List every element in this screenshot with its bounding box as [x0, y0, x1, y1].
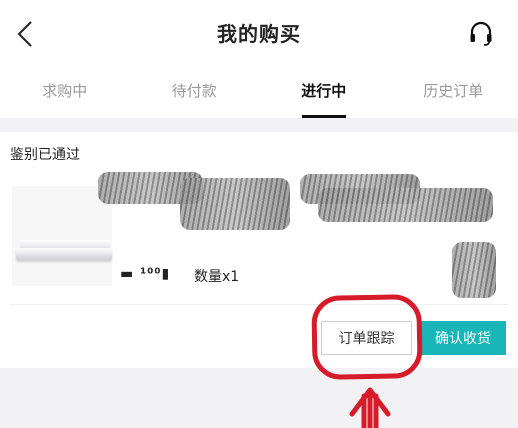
customer-service-button[interactable] — [466, 18, 496, 48]
divider — [10, 304, 508, 305]
product-shape — [16, 248, 112, 260]
tab-in-progress[interactable]: 进行中 — [259, 72, 389, 118]
tab-underline — [301, 115, 346, 118]
tab-label: 求购中 — [42, 82, 88, 100]
tab-history[interactable]: 历史订单 — [389, 72, 518, 118]
tab-label: 进行中 — [301, 82, 347, 100]
annotation-circle — [311, 294, 423, 380]
obscured-price: ▬ ¹⁰⁰▮ — [120, 266, 171, 282]
headset-icon — [470, 21, 492, 46]
tab-pending-payment[interactable]: 待付款 — [130, 72, 260, 118]
tab-label: 历史订单 — [423, 82, 484, 100]
confirm-receipt-button[interactable]: 确认收货 — [420, 321, 506, 355]
order-card[interactable]: 鉴别已通过 ▬ ¹⁰⁰▮ 数量x1 订单跟踪 确认收货 — [0, 132, 518, 368]
header: 我的购买 — [0, 0, 518, 72]
order-status: 鉴别已通过 — [10, 147, 80, 163]
redaction-scribble — [180, 178, 290, 230]
product-image[interactable] — [12, 186, 112, 286]
tab-seeking[interactable]: 求购中 — [0, 72, 130, 118]
order-tabs: 求购中 待付款 进行中 历史订单 — [0, 72, 518, 118]
redaction-scribble — [452, 242, 496, 298]
page-title: 我的购买 — [217, 22, 301, 46]
tab-label: 待付款 — [171, 82, 217, 100]
redaction-scribble — [318, 188, 493, 222]
quantity-label: 数量x1 — [194, 269, 240, 285]
annotation-arrow — [349, 387, 391, 428]
